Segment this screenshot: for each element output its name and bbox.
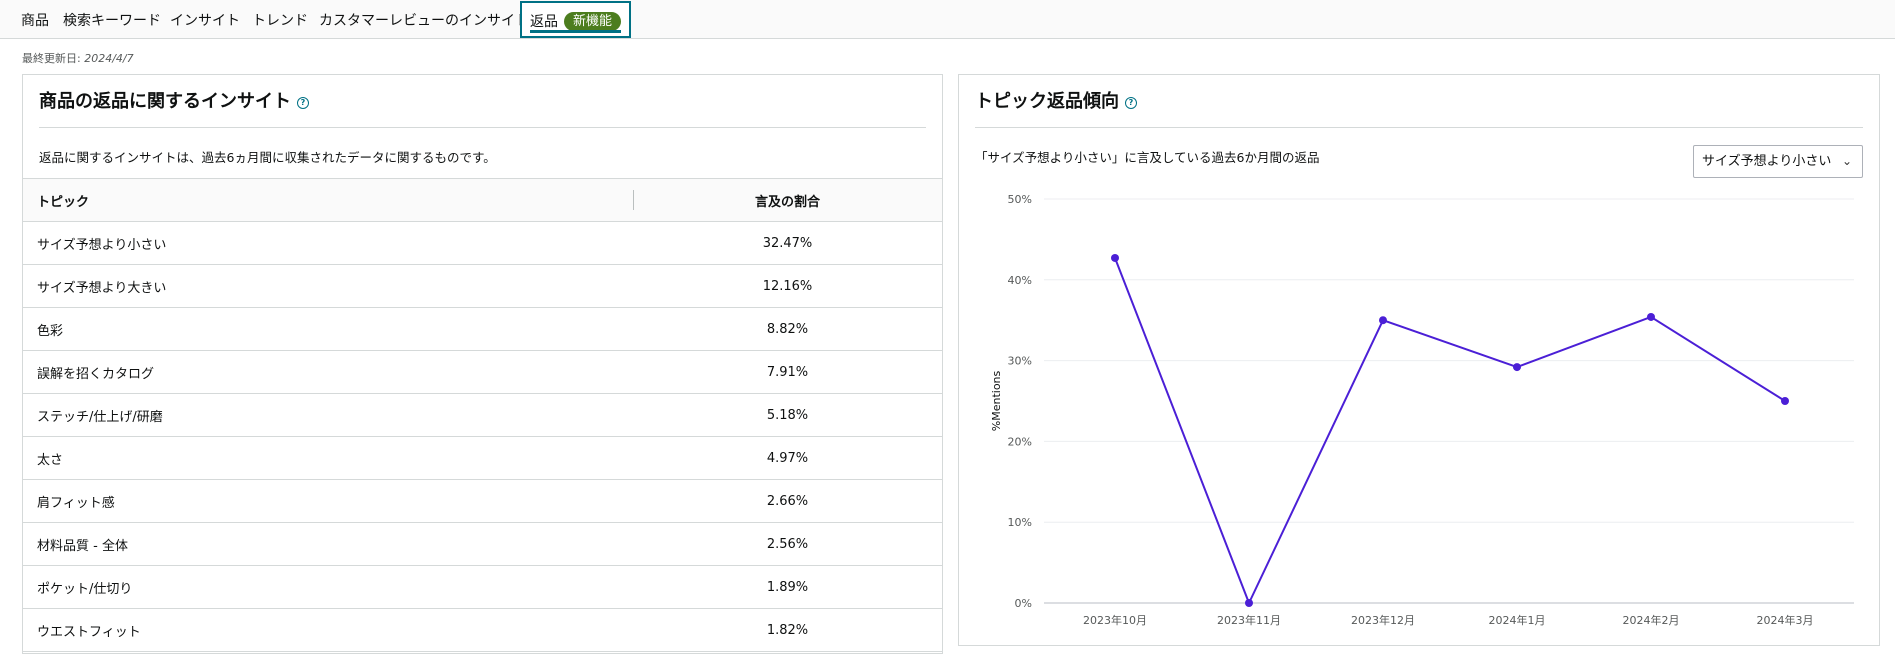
table-row[interactable]: サイズ予想より小さい 32.47% <box>23 221 942 265</box>
topic-cell: 材料品質 - 全体 <box>23 522 633 566</box>
return-trend-chart: 0% 10% 20% 30% 40% 50% 2023年10月 2023年11月 2023年12… <box>990 193 1854 627</box>
topic-cell: 太さ <box>23 436 633 480</box>
table-row[interactable]: 肩フィット感 2.66% <box>23 479 942 523</box>
y-tick-label: 0% <box>1015 597 1032 610</box>
mention-rate-cell: 12.16% <box>633 264 942 308</box>
data-point <box>1245 599 1253 607</box>
tab-products[interactable]: 商品 <box>21 0 49 38</box>
x-tick-label: 2024年2月 <box>1623 613 1680 627</box>
y-tick-label: 50% <box>1008 193 1032 206</box>
panel-divider <box>39 127 926 128</box>
tab-trends[interactable]: トレンド <box>252 0 308 38</box>
mention-rate-cell: 1.89% <box>633 565 942 609</box>
last-updated-label: 最終更新日: <box>22 52 81 65</box>
topic-return-trend-panel: トピック返品傾向? 「サイズ予想より小さい」に言及している過去6か月間の返品 サ… <box>958 74 1880 646</box>
tab-customer-review-insights[interactable]: カスタマーレビューのインサイト <box>319 0 529 38</box>
table-row[interactable]: 色彩 8.82% <box>23 307 942 351</box>
return-insights-panel: 商品の返品に関するインサイト? 返品に関するインサイトは、過去6ヵ月間に収集され… <box>22 74 943 654</box>
column-header-topic[interactable]: トピック <box>23 178 633 222</box>
table-header-row: トピック 言及の割合 <box>23 178 942 222</box>
mention-rate-cell: 7.91% <box>633 350 942 394</box>
return-insights-title-text: 商品の返品に関するインサイト <box>39 91 291 112</box>
mention-rate-cell: 32.47% <box>633 221 942 265</box>
column-header-mention-rate[interactable]: 言及の割合 <box>633 178 942 222</box>
return-insights-title: 商品の返品に関するインサイト? <box>39 87 309 113</box>
topic-cell: 色彩 <box>23 307 633 351</box>
topics-table: トピック 言及の割合 サイズ予想より小さい 32.47% サイズ予想より大きい 12… <box>23 178 942 652</box>
topic-cell: ポケット/仕切り <box>23 565 633 609</box>
x-tick-label: 2023年12月 <box>1351 613 1415 627</box>
topic-cell: 誤解を招くカタログ <box>23 350 633 394</box>
mention-rate-cell: 1.82% <box>633 608 942 652</box>
data-point <box>1111 253 1119 262</box>
table-row[interactable]: 材料品質 - 全体 2.56% <box>23 522 942 566</box>
tab-returns-label: 返品 <box>530 14 558 30</box>
y-tick-label: 30% <box>1008 355 1032 368</box>
x-tick-label: 2024年1月 <box>1489 613 1546 627</box>
tab-insights[interactable]: インサイト <box>170 0 240 38</box>
return-insights-description: 返品に関するインサイトは、過去6ヵ月間に収集されたデータに関するものです。 <box>39 150 496 165</box>
last-updated: 最終更新日: 2024/4/7 <box>22 50 134 66</box>
x-tick-label: 2024年3月 <box>1757 613 1814 627</box>
mention-rate-cell: 2.66% <box>633 479 942 523</box>
y-tick-label: 10% <box>1008 516 1032 529</box>
last-updated-date: 2024/4/7 <box>84 52 134 65</box>
x-tick-label: 2023年10月 <box>1083 613 1147 627</box>
active-tab-indicator <box>530 30 622 33</box>
table-row[interactable]: 誤解を招くカタログ 7.91% <box>23 350 942 394</box>
mention-rate-cell: 2.56% <box>633 522 942 566</box>
y-axis-label: %Mentions <box>990 370 1003 431</box>
table-row[interactable]: ポケット/仕切り 1.89% <box>23 565 942 609</box>
data-point <box>1513 363 1521 372</box>
data-point <box>1647 312 1655 321</box>
top-navigation: 商品 検索キーワード インサイト トレンド カスタマーレビューのインサイト 返品… <box>0 0 1895 39</box>
topic-cell: サイズ予想より小さい <box>23 221 633 265</box>
topic-cell: ウエストフィット <box>23 608 633 652</box>
data-point <box>1379 316 1387 325</box>
data-point <box>1781 397 1789 405</box>
mention-rate-cell: 4.97% <box>633 436 942 480</box>
topic-cell: サイズ予想より大きい <box>23 264 633 308</box>
new-feature-badge: 新機能 <box>564 12 622 31</box>
table-row[interactable]: 太さ 4.97% <box>23 436 942 480</box>
mention-rate-cell: 5.18% <box>633 393 942 437</box>
topic-cell: ステッチ/仕上げ/研磨 <box>23 393 633 437</box>
topic-cell: 肩フィット感 <box>23 479 633 523</box>
tab-search-keywords[interactable]: 検索キーワード <box>63 0 161 38</box>
y-tick-label: 20% <box>1008 435 1032 448</box>
mention-rate-cell: 8.82% <box>633 307 942 351</box>
series-line <box>1114 257 1786 604</box>
tab-returns[interactable]: 返品 新機能 <box>520 1 632 38</box>
table-row[interactable]: ウエストフィット 1.82% <box>23 608 942 652</box>
help-icon[interactable]: ? <box>297 97 309 109</box>
y-tick-label: 40% <box>1008 274 1032 287</box>
x-tick-label: 2023年11月 <box>1217 613 1281 627</box>
table-row[interactable]: サイズ予想より大きい 12.16% <box>23 264 942 308</box>
table-row[interactable]: ステッチ/仕上げ/研磨 5.18% <box>23 393 942 437</box>
